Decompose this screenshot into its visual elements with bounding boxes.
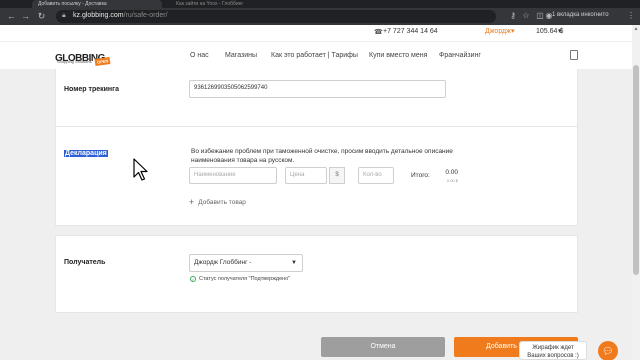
add-item-label: Добавить товар bbox=[198, 199, 246, 206]
tab-title: Как зайти на Yoox - Глоббинг bbox=[176, 1, 244, 7]
page: ☎ +7 727 344 14 64 Джордж ▾ 105.64 $ ▾ G… bbox=[0, 25, 640, 360]
forward-icon[interactable]: → bbox=[20, 11, 31, 22]
tab-title: Добавить посылку - Доставка bbox=[38, 1, 107, 7]
total-value: 0.00 bbox=[445, 169, 458, 176]
chat-bubble[interactable]: Жирафик ждет Ваших вопросов :) bbox=[519, 341, 587, 360]
total-label: Итого: bbox=[411, 172, 430, 179]
scrollbar[interactable]: ▲ bbox=[632, 25, 640, 360]
nav-about[interactable]: О нас bbox=[190, 52, 209, 59]
tracking-input[interactable]: 9361269903505062599740 bbox=[189, 80, 446, 98]
chevron-down-icon[interactable]: ▾ bbox=[511, 27, 515, 35]
chat-line-1: Жирафик ждет bbox=[532, 345, 574, 351]
add-item-button[interactable]: + Добавить товар bbox=[189, 197, 246, 207]
chat-line-2: Ваших вопросов :) bbox=[527, 353, 579, 359]
chat-icon[interactable]: 💬︎ bbox=[598, 341, 618, 360]
declaration-label-text: Декларация bbox=[64, 150, 108, 157]
cart-icon[interactable] bbox=[570, 50, 578, 60]
item-name-input[interactable]: Наименование bbox=[189, 167, 277, 184]
reload-icon[interactable]: ↻ bbox=[36, 11, 47, 22]
tracking-label: Номер трекинга bbox=[64, 86, 119, 93]
recipient-label: Получатель bbox=[64, 259, 106, 266]
phone-icon: ☎ bbox=[374, 29, 383, 36]
plus-icon: + bbox=[189, 197, 195, 207]
declaration-label: Декларация bbox=[64, 150, 108, 157]
chevron-down-icon[interactable]: ▾ bbox=[558, 27, 562, 35]
phone-number[interactable]: +7 727 344 14 64 bbox=[383, 28, 438, 35]
nav-stores[interactable]: Магазины bbox=[225, 52, 257, 59]
address-bar[interactable]: 🔒︎ kz.globbing.com/ru/safe-order/ bbox=[56, 10, 496, 23]
nav-franchise[interactable]: Франчайзинг bbox=[439, 52, 481, 59]
recipient-status-text: Статус получателя "Подтверждено" bbox=[199, 276, 291, 282]
logo-badge: OPEN bbox=[94, 56, 111, 67]
menu-icon[interactable]: ⋮ bbox=[626, 11, 636, 21]
back-icon[interactable]: ← bbox=[6, 11, 17, 22]
recipient-card: Получатель Джордж Глоббинг - ▼ ✓ Статус п… bbox=[55, 235, 578, 313]
item-price-input[interactable]: Цена bbox=[285, 167, 327, 184]
browser-tab-bar: Добавить посылку - Доставка Как зайти на… bbox=[0, 0, 640, 8]
nav-buy-for-me[interactable]: Купи вместо меня bbox=[369, 52, 427, 59]
star-icon[interactable]: ☆ bbox=[521, 11, 531, 21]
declaration-description: Во избежание проблем при таможенной очис… bbox=[191, 148, 453, 164]
user-menu[interactable]: Джордж bbox=[485, 28, 511, 35]
scroll-up-icon[interactable]: ▲ bbox=[632, 25, 640, 33]
browser-tab-active[interactable]: Добавить посылку - Доставка bbox=[32, 0, 162, 8]
logo-subtitle: Shopping Solutions bbox=[57, 59, 92, 64]
item-qty-input[interactable]: Кол-во bbox=[358, 167, 394, 184]
recipient-status: ✓ Статус получателя "Подтверждено" bbox=[190, 276, 290, 282]
recipient-select[interactable]: Джордж Глоббинг - ▼ bbox=[189, 254, 303, 272]
site-topbar: ☎ +7 727 344 14 64 Джордж ▾ 105.64 $ ▾ bbox=[0, 25, 640, 41]
url-text: kz.globbing.com/ru/safe-order/ bbox=[73, 12, 168, 19]
site-header: GLOBBING Shopping Solutions OPEN О нас М… bbox=[0, 41, 640, 69]
key-icon[interactable]: ⚷ bbox=[508, 11, 518, 21]
currency-addon: $ bbox=[329, 167, 345, 184]
scroll-thumb[interactable] bbox=[633, 65, 639, 275]
cancel-button[interactable]: Отмена bbox=[321, 337, 445, 357]
recipient-selected: Джордж Глоббинг - bbox=[194, 259, 252, 266]
incognito-label: 1 вкладка инкогнито bbox=[552, 12, 609, 18]
browser-toolbar: ← → ↻ 🔒︎ kz.globbing.com/ru/safe-order/ … bbox=[0, 8, 640, 25]
total-value-small: 0.00 $ bbox=[446, 178, 458, 183]
tracking-card: Номер трекинга 9361269903505062599740 bbox=[55, 69, 578, 127]
check-circle-icon: ✓ bbox=[190, 276, 196, 282]
url-path: /ru/safe-order/ bbox=[123, 12, 168, 19]
lock-icon: 🔒︎ bbox=[62, 12, 66, 19]
mouse-cursor-icon bbox=[133, 158, 148, 181]
logo[interactable]: GLOBBING Shopping Solutions OPEN bbox=[55, 48, 115, 67]
nav-how-it-works[interactable]: Как это работает | Тарифы bbox=[271, 52, 358, 59]
url-host: kz.globbing.com bbox=[73, 12, 124, 19]
browser-tab[interactable]: Как зайти на Yoox - Глоббинг bbox=[170, 0, 310, 8]
chevron-down-icon: ▼ bbox=[291, 260, 297, 266]
